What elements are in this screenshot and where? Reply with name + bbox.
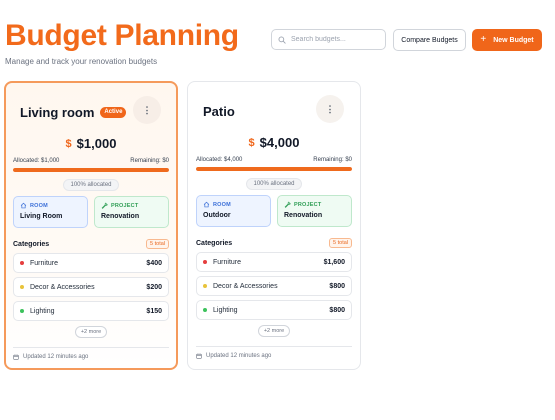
allocated-percent-badge: 100% allocated <box>196 178 352 190</box>
category-amount: $1,600 <box>323 258 345 266</box>
budget-amount-value: $4,000 <box>259 135 300 150</box>
category-dot <box>203 308 207 312</box>
card-name: Living room <box>20 105 95 120</box>
category-amount: $150 <box>146 307 162 315</box>
category-dot <box>20 261 24 265</box>
category-amount: $800 <box>329 306 345 314</box>
category-name: Decor & Accessories <box>30 283 95 291</box>
remaining-label: Remaining: $0 <box>130 158 169 164</box>
home-icon <box>20 202 27 209</box>
room-tag-value: Living Room <box>20 213 63 220</box>
category-dot <box>20 309 24 313</box>
categories-header: Categories 5 total <box>13 239 169 249</box>
category-item[interactable]: Decor & Accessories $200 <box>13 277 169 297</box>
category-dot <box>203 284 207 288</box>
category-name: Furniture <box>30 259 59 267</box>
categories-title: Categories <box>13 240 50 248</box>
category-amount: $200 <box>146 283 162 291</box>
category-amount: $800 <box>329 282 345 290</box>
allocated-percent-badge: 100% allocated <box>13 179 169 191</box>
allocated-percent-label: 100% allocated <box>246 178 302 190</box>
categories-total-badge: 5 total <box>329 238 352 248</box>
more-options-icon[interactable]: ⋮ <box>316 95 344 123</box>
project-tag: PROJECT Renovation <box>277 195 352 227</box>
search-input[interactable] <box>291 36 381 43</box>
category-name: Lighting <box>213 306 238 314</box>
page-title: Budget Planning <box>5 19 239 52</box>
wrench-icon <box>284 201 291 208</box>
wrench-icon <box>101 202 108 209</box>
updated-timestamp: Updated 12 minutes ago <box>13 354 88 360</box>
allocated-label: Allocated: $4,000 <box>196 157 243 163</box>
category-name: Furniture <box>213 258 242 266</box>
new-budget-button[interactable]: + New Budget <box>472 29 542 51</box>
more-options-icon[interactable]: ⋮ <box>133 96 161 124</box>
remaining-label: Remaining: $0 <box>313 157 352 163</box>
calendar-icon <box>13 354 19 360</box>
category-item[interactable]: Lighting $800 <box>196 300 352 320</box>
categories-total-badge: 5 total <box>146 239 169 249</box>
category-dot <box>20 285 24 289</box>
card-divider <box>196 346 352 347</box>
room-tag-label: ROOM <box>20 202 81 209</box>
project-tag-label: PROJECT <box>101 202 162 209</box>
allocated-percent-label: 100% allocated <box>63 179 119 191</box>
allocation-row: Allocated: $1,000 Remaining: $0 <box>13 158 169 164</box>
budget-card-living-room[interactable]: Living room Active ⋮ $ $1,000 Allocated:… <box>4 81 178 370</box>
updated-timestamp: Updated 12 minutes ago <box>196 353 271 359</box>
plus-icon: + <box>480 34 487 45</box>
allocation-progress-fill <box>13 168 169 172</box>
dollar-icon: $ <box>248 136 255 149</box>
project-tag-label: PROJECT <box>284 201 345 208</box>
search-icon <box>278 36 286 44</box>
category-name: Lighting <box>30 307 55 315</box>
allocation-progress-fill <box>196 167 352 171</box>
card-name: Patio <box>203 104 235 119</box>
category-dot <box>203 260 207 264</box>
room-tag-value: Outdoor <box>203 212 231 219</box>
search-box[interactable] <box>271 29 386 50</box>
category-name: Decor & Accessories <box>213 282 278 290</box>
page-subtitle: Manage and track your renovation budgets <box>5 57 158 66</box>
allocation-row: Allocated: $4,000 Remaining: $0 <box>196 157 352 163</box>
budget-amount-value: $1,000 <box>76 136 117 151</box>
dollar-icon: $ <box>65 137 72 150</box>
card-divider <box>13 347 169 348</box>
budget-amount: $ $4,000 <box>196 135 352 150</box>
home-icon <box>203 201 210 208</box>
category-item[interactable]: Lighting $150 <box>13 301 169 321</box>
category-item[interactable]: Furniture $1,600 <box>196 252 352 272</box>
room-tag: ROOM Outdoor <box>196 195 271 227</box>
project-tag-value: Renovation <box>284 212 323 219</box>
budget-amount: $ $1,000 <box>13 136 169 151</box>
card-title: Patio <box>203 104 235 119</box>
room-tag-label: ROOM <box>203 201 264 208</box>
category-item[interactable]: Decor & Accessories $800 <box>196 276 352 296</box>
categories-header: Categories 5 total <box>196 238 352 248</box>
calendar-icon <box>196 353 202 359</box>
more-categories-label[interactable]: +2 more <box>74 326 108 338</box>
allocated-label: Allocated: $1,000 <box>13 158 60 164</box>
more-categories-label[interactable]: +2 more <box>257 325 291 337</box>
new-budget-label: New Budget <box>493 36 534 44</box>
project-tag: PROJECT Renovation <box>94 196 169 228</box>
more-categories[interactable]: +2 more <box>196 325 352 337</box>
room-tag: ROOM Living Room <box>13 196 88 228</box>
active-badge: Active <box>100 107 127 118</box>
more-categories[interactable]: +2 more <box>13 326 169 338</box>
categories-title: Categories <box>196 239 233 247</box>
card-title: Living room Active <box>20 105 127 120</box>
category-amount: $400 <box>146 259 162 267</box>
allocation-progress-bar <box>13 168 169 172</box>
compare-budgets-button[interactable]: Compare Budgets <box>393 29 466 51</box>
budget-card-patio[interactable]: Patio ⋮ $ $4,000 Allocated: $4,000 Remai… <box>187 81 361 370</box>
project-tag-value: Renovation <box>101 213 140 220</box>
allocation-progress-bar <box>196 167 352 171</box>
category-item[interactable]: Furniture $400 <box>13 253 169 273</box>
